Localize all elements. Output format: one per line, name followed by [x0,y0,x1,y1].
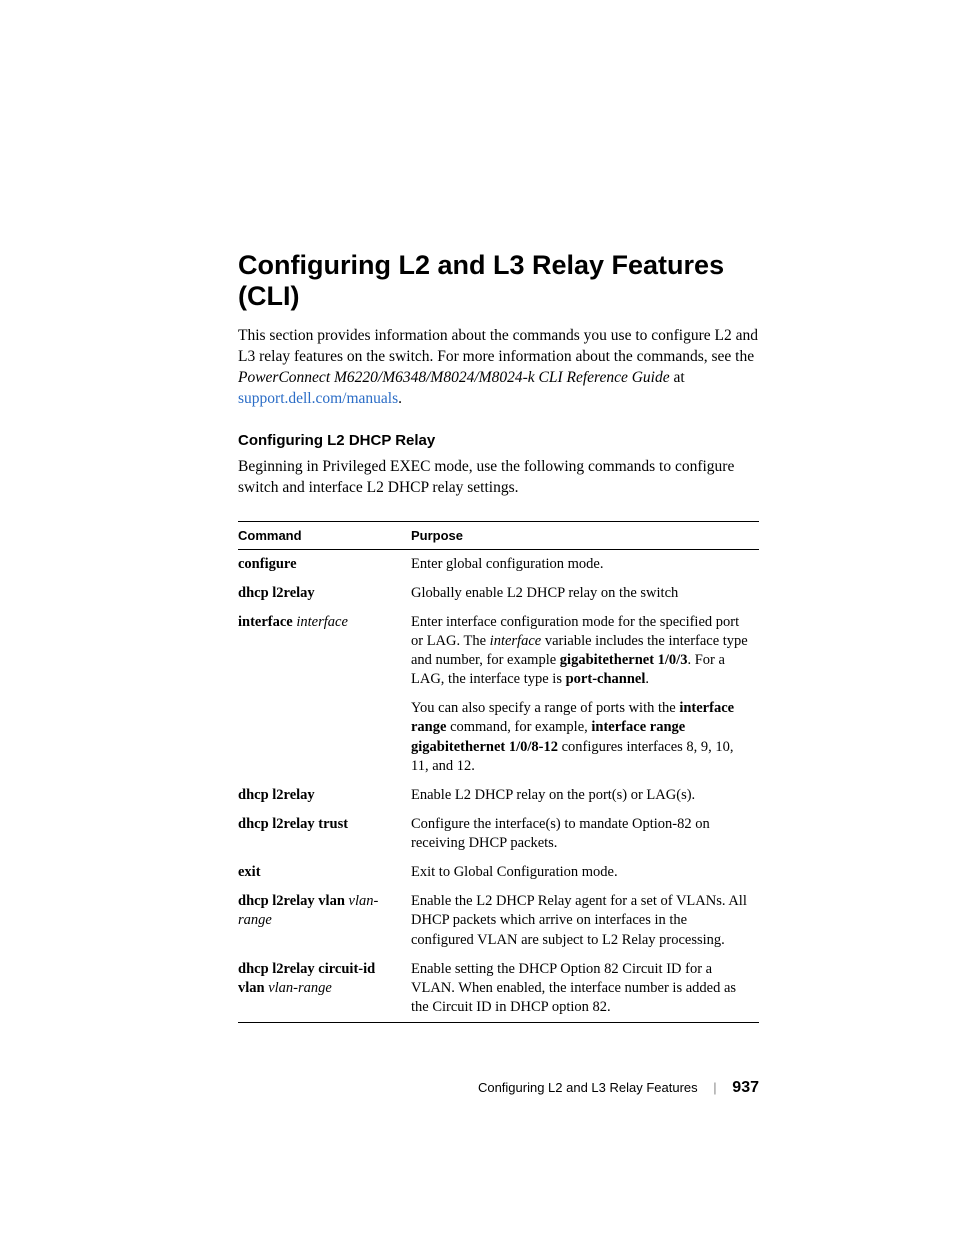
cell-purpose: Globally enable L2 DHCP relay on the swi… [411,579,759,608]
intro-paragraph: This section provides information about … [238,326,759,410]
table-row: dhcp l2relay vlan vlan-rangeEnable the L… [238,887,759,954]
table-row: You can also specify a range of ports wi… [238,694,759,781]
intro-pre: This section provides information about … [238,327,758,365]
col-command: Command [238,521,411,549]
table-row: dhcp l2relayGlobally enable L2 DHCP rela… [238,579,759,608]
section-lead: Beginning in Privileged EXEC mode, use t… [238,457,759,499]
footer-page-number: 937 [732,1079,759,1096]
page-title: Configuring L2 and L3 Relay Features (CL… [238,250,759,312]
page-footer: Configuring L2 and L3 Relay Features | 9… [478,1079,759,1097]
cell-purpose: Enable setting the DHCP Option 82 Circui… [411,955,759,1023]
table-row: dhcp l2relay circuit-id vlan vlan-rangeE… [238,955,759,1023]
cell-purpose: Configure the interface(s) to mandate Op… [411,810,759,858]
cell-command: dhcp l2relay [238,579,411,608]
cell-command: dhcp l2relay circuit-id vlan vlan-range [238,955,411,1023]
cell-purpose: Enter global configuration mode. [411,549,759,579]
cell-command: dhcp l2relay vlan vlan-range [238,887,411,954]
intro-reference: PowerConnect M6220/M6348/M8024/M8024-k C… [238,369,670,386]
intro-at: at [670,369,685,386]
intro-post: . [398,390,402,407]
intro-link[interactable]: support.dell.com/manuals [238,390,398,407]
cell-purpose: Enable L2 DHCP relay on the port(s) or L… [411,781,759,810]
cell-command: configure [238,549,411,579]
table-row: interface interfaceEnter interface confi… [238,608,759,695]
cell-purpose: Enable the L2 DHCP Relay agent for a set… [411,887,759,954]
command-table: Command Purpose configureEnter global co… [238,521,759,1024]
cell-command: dhcp l2relay trust [238,810,411,858]
section-heading: Configuring L2 DHCP Relay [238,432,759,449]
table-row: configureEnter global configuration mode… [238,549,759,579]
table-row: dhcp l2relayEnable L2 DHCP relay on the … [238,781,759,810]
cell-purpose: You can also specify a range of ports wi… [411,694,759,781]
col-purpose: Purpose [411,521,759,549]
cell-command [238,694,411,781]
table-row: dhcp l2relay trustConfigure the interfac… [238,810,759,858]
cell-purpose: Enter interface configuration mode for t… [411,608,759,695]
table-header-row: Command Purpose [238,521,759,549]
cell-command: interface interface [238,608,411,695]
cell-command: dhcp l2relay [238,781,411,810]
page-body: Configuring L2 and L3 Relay Features (CL… [0,0,954,1023]
table-row: exitExit to Global Configuration mode. [238,858,759,887]
footer-title: Configuring L2 and L3 Relay Features [478,1080,698,1095]
cell-purpose: Exit to Global Configuration mode. [411,858,759,887]
footer-separator: | [701,1080,728,1095]
cell-command: exit [238,858,411,887]
